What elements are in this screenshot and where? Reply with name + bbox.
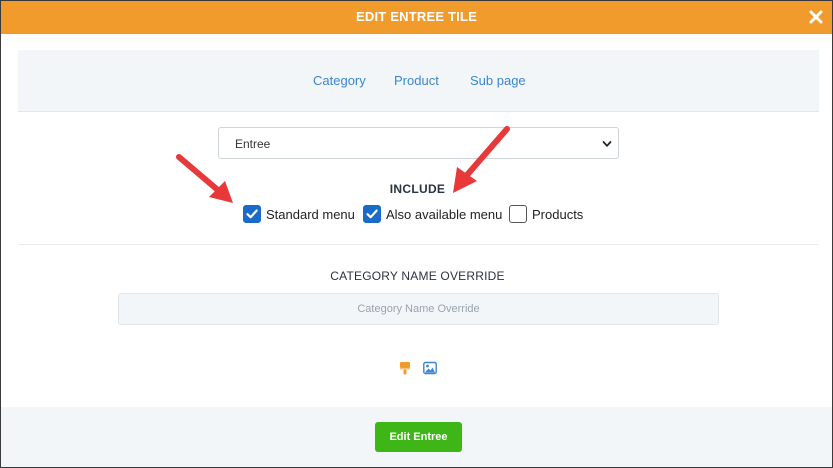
products-label: Products <box>532 206 584 222</box>
checkbox-unchecked-icon[interactable] <box>509 205 527 223</box>
modal-dialog: EDIT ENTREE TILE Category Product Sub pa… <box>0 0 833 468</box>
image-icon[interactable] <box>423 361 437 375</box>
also-available-menu-label: Also available menu <box>386 206 503 222</box>
tile-type-tabs: Category Product Sub page <box>18 50 819 112</box>
standard-menu-checkbox[interactable]: Standard menu <box>243 203 355 225</box>
standard-menu-label: Standard menu <box>266 206 355 222</box>
checkbox-checked-icon[interactable] <box>363 205 381 223</box>
tab-category[interactable]: Category <box>313 73 366 88</box>
tab-sub-page[interactable]: Sub page <box>470 73 526 88</box>
chevron-down-icon <box>602 141 612 147</box>
include-heading: INCLUDE <box>389 182 446 196</box>
category-name-override-input[interactable] <box>118 293 719 325</box>
paintbrush-icon[interactable] <box>398 361 412 375</box>
category-select-value: Entree <box>235 137 271 151</box>
modal-header: EDIT ENTREE TILE <box>1 1 832 34</box>
section-divider <box>18 244 819 245</box>
modal-title: EDIT ENTREE TILE <box>356 9 477 24</box>
modal-footer: Edit Entree <box>1 407 832 467</box>
override-heading: CATEGORY NAME OVERRIDE <box>330 269 505 283</box>
close-icon[interactable] <box>806 7 826 27</box>
tab-product[interactable]: Product <box>394 73 439 88</box>
products-checkbox[interactable]: Products <box>509 203 583 225</box>
checkbox-checked-icon[interactable] <box>243 205 261 223</box>
also-available-menu-checkbox[interactable]: Also available menu <box>363 203 502 225</box>
category-select[interactable]: Entree <box>218 127 619 159</box>
edit-entree-button[interactable]: Edit Entree <box>375 422 462 452</box>
